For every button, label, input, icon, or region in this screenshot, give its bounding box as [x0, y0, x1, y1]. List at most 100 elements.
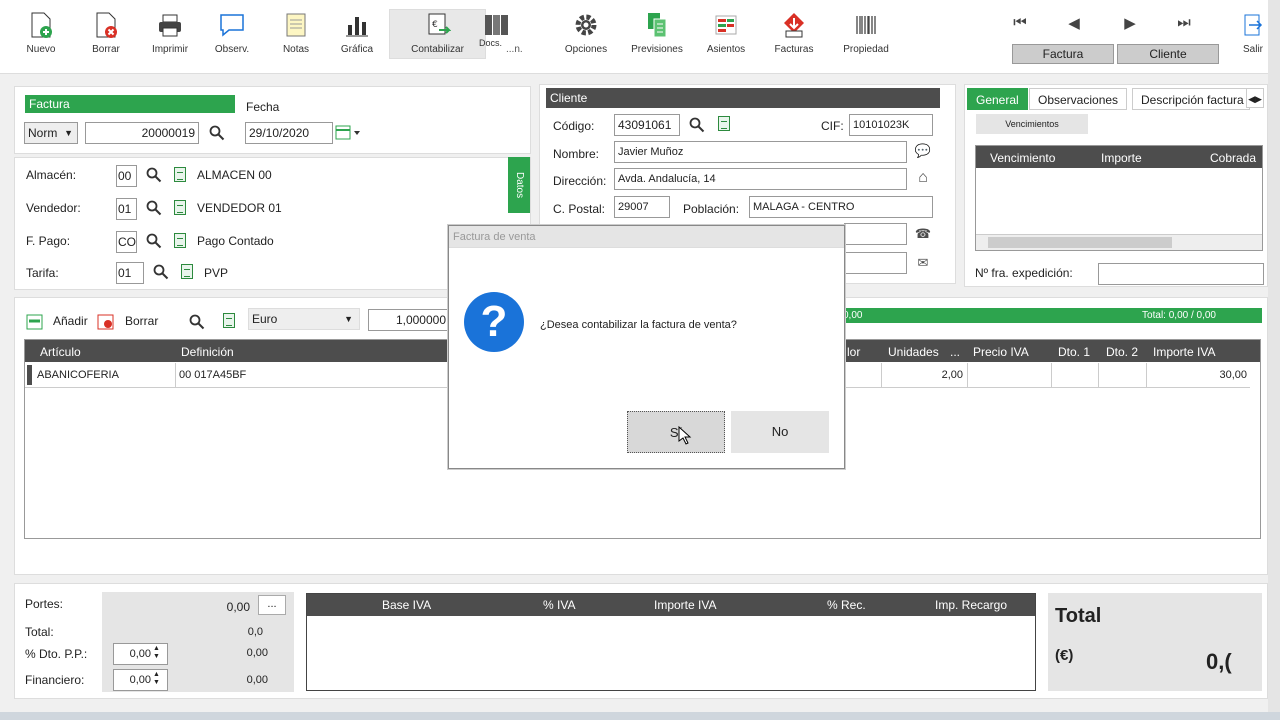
nfra-input[interactable] — [1098, 263, 1264, 285]
column-valor[interactable]: lor — [847, 341, 860, 363]
window-scrollbar[interactable] — [1268, 0, 1280, 720]
calendar-button[interactable] — [334, 124, 364, 142]
document-icon[interactable] — [223, 313, 235, 328]
date-input[interactable]: 29/10/2020 — [245, 122, 333, 144]
phone-input[interactable] — [844, 223, 907, 245]
search-icon[interactable] — [209, 125, 225, 141]
cif-input[interactable]: 10101023K — [849, 114, 933, 136]
tab-factura[interactable]: Factura — [1012, 44, 1114, 64]
search-icon[interactable] — [146, 233, 162, 249]
serie-select[interactable]: Norm ▼ — [24, 122, 78, 144]
search-icon[interactable] — [189, 314, 205, 330]
home-button[interactable]: ⌂ — [912, 167, 934, 189]
search-icon[interactable] — [146, 167, 162, 183]
column-cobrada[interactable]: Cobrada — [1210, 147, 1256, 169]
column-dto2[interactable]: Dto. 2 — [1106, 341, 1138, 363]
new-button[interactable]: Nuevo — [9, 10, 73, 62]
row-selector[interactable] — [27, 365, 32, 385]
datos-side-tab[interactable]: Datos — [508, 157, 530, 213]
email-button[interactable]: ✉ — [912, 252, 934, 274]
address-input[interactable]: Avda. Andalucía, 14 — [614, 168, 907, 190]
column-imp-recargo[interactable]: Imp. Recargo — [935, 594, 1007, 616]
column-truncated[interactable]: ... — [950, 341, 960, 363]
document-icon[interactable] — [174, 200, 186, 215]
email-input[interactable] — [844, 252, 907, 274]
column-importe[interactable]: Importe — [1101, 147, 1142, 169]
notes-button[interactable]: Notas — [264, 10, 328, 62]
search-icon[interactable] — [153, 264, 169, 280]
client-name-input[interactable]: Javier Muñoz — [614, 141, 907, 163]
tab-scroll-arrows[interactable]: ◀▶ — [1246, 88, 1264, 108]
cell-divider — [1051, 363, 1052, 387]
chart-button[interactable]: Gráfica — [325, 10, 389, 62]
town-input[interactable]: MALAGA - CENTRO — [749, 196, 933, 218]
tab-cliente[interactable]: Cliente — [1117, 44, 1219, 64]
scrollbar-thumb[interactable] — [988, 237, 1172, 248]
column-importe-iva[interactable]: Importe IVA — [1153, 341, 1215, 363]
vencimientos-button[interactable]: Vencimientos — [976, 114, 1088, 134]
document-icon[interactable] — [718, 116, 730, 131]
column-base-iva[interactable]: Base IVA — [382, 594, 431, 616]
yes-button[interactable]: Sí — [627, 411, 725, 453]
column-dto1[interactable]: Dto. 1 — [1058, 341, 1090, 363]
delete-line-button[interactable]: Borrar — [97, 312, 167, 332]
no-button[interactable]: No — [731, 411, 829, 453]
tab-general[interactable]: General — [967, 88, 1028, 110]
next-record-button[interactable]: ▶ — [1120, 14, 1140, 34]
chevron-down-icon: ▼ — [344, 314, 353, 324]
chat-button[interactable]: 💬 — [912, 140, 934, 162]
horizontal-scrollbar[interactable] — [976, 234, 1262, 250]
search-icon[interactable] — [146, 200, 162, 216]
invoice-number-input[interactable]: 20000019 — [85, 122, 199, 144]
phone-icon: ☎ — [914, 226, 932, 241]
cell-divider — [967, 363, 968, 387]
fpago-code-input[interactable]: CO — [116, 231, 137, 253]
property-button[interactable]: Propiedad — [834, 10, 898, 62]
tab-descripcion[interactable]: Descripción factura — [1132, 88, 1250, 110]
column-pct-rec[interactable]: % Rec. — [827, 594, 866, 616]
delete-button[interactable]: Borrar — [74, 10, 138, 62]
portes-detail-button[interactable]: ... — [258, 595, 286, 615]
document-icon[interactable] — [174, 233, 186, 248]
observations-button[interactable]: Observ. — [200, 10, 264, 62]
invoices-button[interactable]: Facturas — [762, 10, 826, 62]
financiero-label: Financiero: — [25, 673, 85, 687]
options-button[interactable]: Opciones — [554, 10, 618, 62]
column-precio-iva[interactable]: Precio IVA — [973, 341, 1029, 363]
column-importe-iva[interactable]: Importe IVA — [654, 594, 716, 616]
exchange-rate-input[interactable]: 1,000000 — [368, 309, 450, 331]
column-vencimiento[interactable]: Vencimiento — [990, 147, 1055, 169]
exit-button[interactable]: Salir — [1238, 10, 1268, 62]
contabilizar-button[interactable]: € Contabilizar — [389, 9, 486, 59]
toolbar: Nuevo Borrar Imprimir Observ. Notas Gráf… — [0, 0, 1280, 720]
first-record-button[interactable]: ⏮ — [1010, 14, 1030, 34]
forecast-button[interactable]: Previsiones — [625, 10, 689, 62]
add-row-icon — [26, 314, 43, 330]
tab-observaciones[interactable]: Observaciones — [1029, 88, 1128, 110]
last-record-button[interactable]: ⏭ — [1174, 14, 1194, 34]
dto-pp-label: % Dto. P.P.: — [25, 647, 88, 661]
column-pct-iva[interactable]: % IVA — [543, 594, 575, 616]
entries-button[interactable]: Asientos — [694, 10, 758, 62]
currency-select[interactable]: Euro ▼ — [248, 308, 360, 330]
column-unidades[interactable]: Unidades — [888, 341, 939, 363]
tarifa-code-input[interactable]: 01 — [116, 262, 144, 284]
document-icon[interactable] — [174, 167, 186, 182]
postal-code-input[interactable]: 29007 — [614, 196, 670, 218]
cell-divider — [1098, 363, 1099, 387]
print-button[interactable]: Imprimir — [138, 10, 202, 62]
vendedor-code-input[interactable]: 01 — [116, 198, 137, 220]
search-icon[interactable] — [689, 117, 705, 133]
almacen-code-input[interactable]: 00 — [116, 165, 137, 187]
client-code-input[interactable]: 43091061 — [614, 114, 680, 136]
stepper-arrows-icon[interactable]: ▲ ▼ — [153, 645, 160, 661]
poblacion-label: Población: — [683, 202, 740, 216]
first-icon: ⏮ — [1013, 14, 1027, 31]
document-icon[interactable] — [181, 264, 193, 279]
column-definicion[interactable]: Definición — [181, 341, 234, 363]
phone-button[interactable]: ☎ — [912, 223, 934, 245]
column-articulo[interactable]: Artículo — [40, 341, 81, 363]
previous-record-button[interactable]: ◀ — [1064, 14, 1084, 34]
bottom-edge — [0, 712, 1280, 720]
stepper-arrows-icon[interactable]: ▲ ▼ — [153, 671, 160, 687]
